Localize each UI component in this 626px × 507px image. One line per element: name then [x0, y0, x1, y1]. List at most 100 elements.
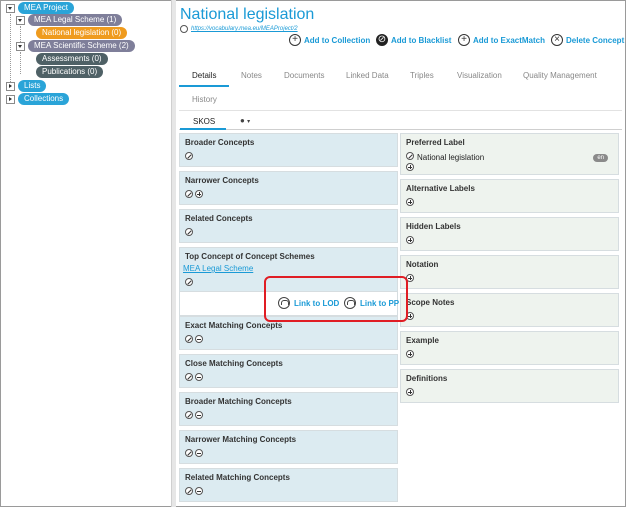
tree-node-legal-scheme[interactable]: MEA Legal Scheme (1)	[16, 14, 123, 26]
expand-toggle-icon[interactable]	[16, 15, 25, 25]
chevron-down-icon: ▾	[247, 119, 251, 125]
concept-uri-link[interactable]: https://vocabulary.mea.eu/MEAProject/2	[191, 26, 298, 32]
edit-icon[interactable]	[185, 373, 193, 381]
panel-related-matching: Related Matching Concepts	[179, 468, 398, 502]
panel-title: Definitions	[406, 374, 448, 383]
panel-hidden-labels: Hidden Labels	[400, 217, 619, 251]
tree-node-national-legislation[interactable]: National legislation (0)	[36, 27, 128, 39]
person-icon: ●	[240, 116, 245, 125]
expand-toggle-icon[interactable]	[6, 94, 15, 104]
panel-title: Related Matching Concepts	[185, 473, 290, 482]
add-to-exactmatch-label: Add to ExactMatch	[473, 35, 546, 45]
remove-icon[interactable]	[195, 411, 203, 419]
expand-toggle-icon[interactable]	[6, 81, 15, 91]
edit-icon[interactable]	[185, 228, 193, 236]
edit-icon[interactable]	[185, 335, 193, 343]
tab-documents[interactable]: Documents	[284, 71, 324, 80]
edit-icon[interactable]	[406, 152, 414, 160]
edit-icon[interactable]	[185, 190, 193, 198]
add-icon[interactable]	[406, 350, 414, 358]
panel-title: Preferred Label	[406, 138, 465, 147]
panel-preferred-label: Preferred Label National legislation en	[400, 133, 619, 175]
concept-uri-row: https://vocabulary.mea.eu/MEAProject/2	[180, 25, 298, 33]
add-icon[interactable]	[406, 198, 414, 206]
tree-node-project[interactable]: MEA Project	[6, 2, 75, 14]
tree-node-collections[interactable]: Collections	[6, 93, 70, 105]
add-icon[interactable]	[406, 236, 414, 244]
tree-node-lists[interactable]: Lists	[6, 80, 47, 92]
page-title: National legislation	[180, 6, 315, 23]
tree-label-legal-scheme[interactable]: MEA Legal Scheme (1)	[28, 14, 123, 26]
edit-icon[interactable]	[185, 278, 193, 286]
add-to-blacklist-button[interactable]: ⊘ Add to Blacklist	[376, 34, 451, 46]
active-tab-indicator	[179, 85, 229, 87]
remove-icon[interactable]	[195, 335, 203, 343]
delete-concept-button[interactable]: × Delete Concept	[551, 34, 624, 46]
tree-connector	[20, 52, 21, 74]
highlight-annotation	[264, 276, 408, 322]
tree-node-assessments[interactable]: Assessments (0)	[36, 53, 108, 65]
project-tree: MEA Project MEA Legal Scheme (1) Nationa…	[0, 0, 170, 507]
panel-title: Top Concept of Concept Schemes	[185, 252, 315, 261]
tree-label-collections[interactable]: Collections	[18, 93, 70, 105]
remove-icon[interactable]	[195, 487, 203, 495]
panel-close-matching: Close Matching Concepts	[179, 354, 398, 388]
ban-icon: ⊘	[376, 34, 388, 46]
panel-notation: Notation	[400, 255, 619, 289]
panel-title: Broader Matching Concepts	[185, 397, 292, 406]
panel-broader-concepts: Broader Concepts	[179, 133, 398, 167]
tab-quality-management[interactable]: Quality Management	[523, 71, 597, 80]
add-icon[interactable]	[195, 190, 203, 198]
edit-icon[interactable]	[185, 487, 193, 495]
add-icon[interactable]	[406, 163, 414, 171]
tree-label-publications[interactable]: Publications (0)	[36, 66, 104, 78]
panel-related-concepts: Related Concepts	[179, 209, 398, 243]
panel-example: Example	[400, 331, 619, 365]
edit-icon[interactable]	[185, 152, 193, 160]
tab-visualization[interactable]: Visualization	[457, 71, 502, 80]
panel-narrower-concepts: Narrower Concepts	[179, 171, 398, 205]
close-circle-icon: ×	[551, 34, 563, 46]
add-to-collection-button[interactable]: + Add to Collection	[289, 34, 370, 46]
tree-label-scientific-scheme[interactable]: MEA Scientific Scheme (2)	[28, 40, 135, 52]
tree-label-project[interactable]: MEA Project	[18, 2, 75, 14]
edit-icon[interactable]	[185, 411, 193, 419]
subtab-divider	[179, 129, 622, 130]
panel-title: Hidden Labels	[406, 222, 461, 231]
tree-node-scientific-scheme[interactable]: MEA Scientific Scheme (2)	[16, 40, 135, 52]
tab-divider	[179, 110, 622, 111]
tab-triples[interactable]: Triples	[410, 71, 434, 80]
expand-toggle-icon[interactable]	[6, 3, 15, 13]
edit-icon[interactable]	[185, 449, 193, 457]
add-icon[interactable]	[406, 388, 414, 396]
tab-linked-data[interactable]: Linked Data	[346, 71, 389, 80]
edit-icon[interactable]	[180, 25, 188, 33]
remove-icon[interactable]	[195, 373, 203, 381]
panel-title: Narrower Matching Concepts	[185, 435, 297, 444]
panel-broader-matching: Broader Matching Concepts	[179, 392, 398, 426]
remove-icon[interactable]	[195, 449, 203, 457]
panel-title: Exact Matching Concepts	[185, 321, 283, 330]
panel-title: Related Concepts	[185, 214, 253, 223]
panel-title: Broader Concepts	[185, 138, 255, 147]
panel-title: Scope Notes	[406, 298, 455, 307]
subtab-person-dropdown[interactable]: ● ▾	[240, 116, 250, 125]
tree-node-publications[interactable]: Publications (0)	[36, 66, 104, 78]
subtab-skos[interactable]: SKOS	[193, 117, 215, 126]
add-to-exactmatch-button[interactable]: + Add to ExactMatch	[458, 34, 545, 46]
panel-definitions: Definitions	[400, 369, 619, 403]
tree-label-lists[interactable]: Lists	[18, 80, 47, 92]
plus-circle-icon: +	[289, 34, 301, 46]
panel-title: Example	[406, 336, 439, 345]
language-badge: en	[593, 154, 608, 162]
top-concept-scheme-link[interactable]: MEA Legal Scheme	[183, 264, 253, 273]
tree-label-national-legislation[interactable]: National legislation (0)	[36, 27, 128, 39]
panel-narrower-matching: Narrower Matching Concepts	[179, 430, 398, 464]
pane-splitter[interactable]	[171, 0, 176, 507]
panel-scope-notes: Scope Notes	[400, 293, 619, 327]
expand-toggle-icon[interactable]	[16, 41, 25, 51]
tab-notes[interactable]: Notes	[241, 71, 262, 80]
tree-label-assessments[interactable]: Assessments (0)	[36, 53, 108, 65]
tab-details[interactable]: Details	[192, 71, 216, 80]
tab-history[interactable]: History	[192, 95, 217, 104]
